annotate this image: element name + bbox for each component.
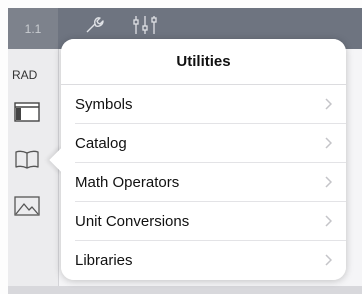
chevron-right-icon <box>325 98 332 110</box>
image-icon[interactable] <box>14 196 40 221</box>
menu-item-libraries[interactable]: Libraries <box>75 241 346 279</box>
menu-item-label: Math Operators <box>75 173 180 191</box>
sliders-icon[interactable] <box>132 15 158 40</box>
chevron-right-icon <box>325 176 332 188</box>
page-tab[interactable]: 1.1 <box>8 8 58 49</box>
menu-item-label: Symbols <box>75 95 133 113</box>
menu-item-symbols[interactable]: Symbols <box>75 85 346 124</box>
menu-item-math-operators[interactable]: Math Operators <box>75 163 346 202</box>
menu-item-unit-conversions[interactable]: Unit Conversions <box>75 202 346 241</box>
menu-item-label: Catalog <box>75 134 127 152</box>
popover-content: Utilities Symbols Catalog Math Operators… <box>61 39 346 280</box>
bottom-strip <box>8 286 362 294</box>
menu-item-label: Libraries <box>75 251 133 269</box>
popover-title: Utilities <box>61 39 346 85</box>
menu-item-catalog[interactable]: Catalog <box>75 124 346 163</box>
utilities-popover: Utilities Symbols Catalog Math Operators… <box>49 39 346 280</box>
wrench-icon[interactable] <box>84 15 104 40</box>
layout-icon[interactable] <box>14 102 40 127</box>
chevron-right-icon <box>325 254 332 266</box>
menu-item-label: Unit Conversions <box>75 212 190 230</box>
book-icon[interactable] <box>14 149 40 174</box>
chevron-right-icon <box>325 137 332 149</box>
chevron-right-icon <box>325 215 332 227</box>
angle-mode-label[interactable]: RAD <box>12 68 37 82</box>
